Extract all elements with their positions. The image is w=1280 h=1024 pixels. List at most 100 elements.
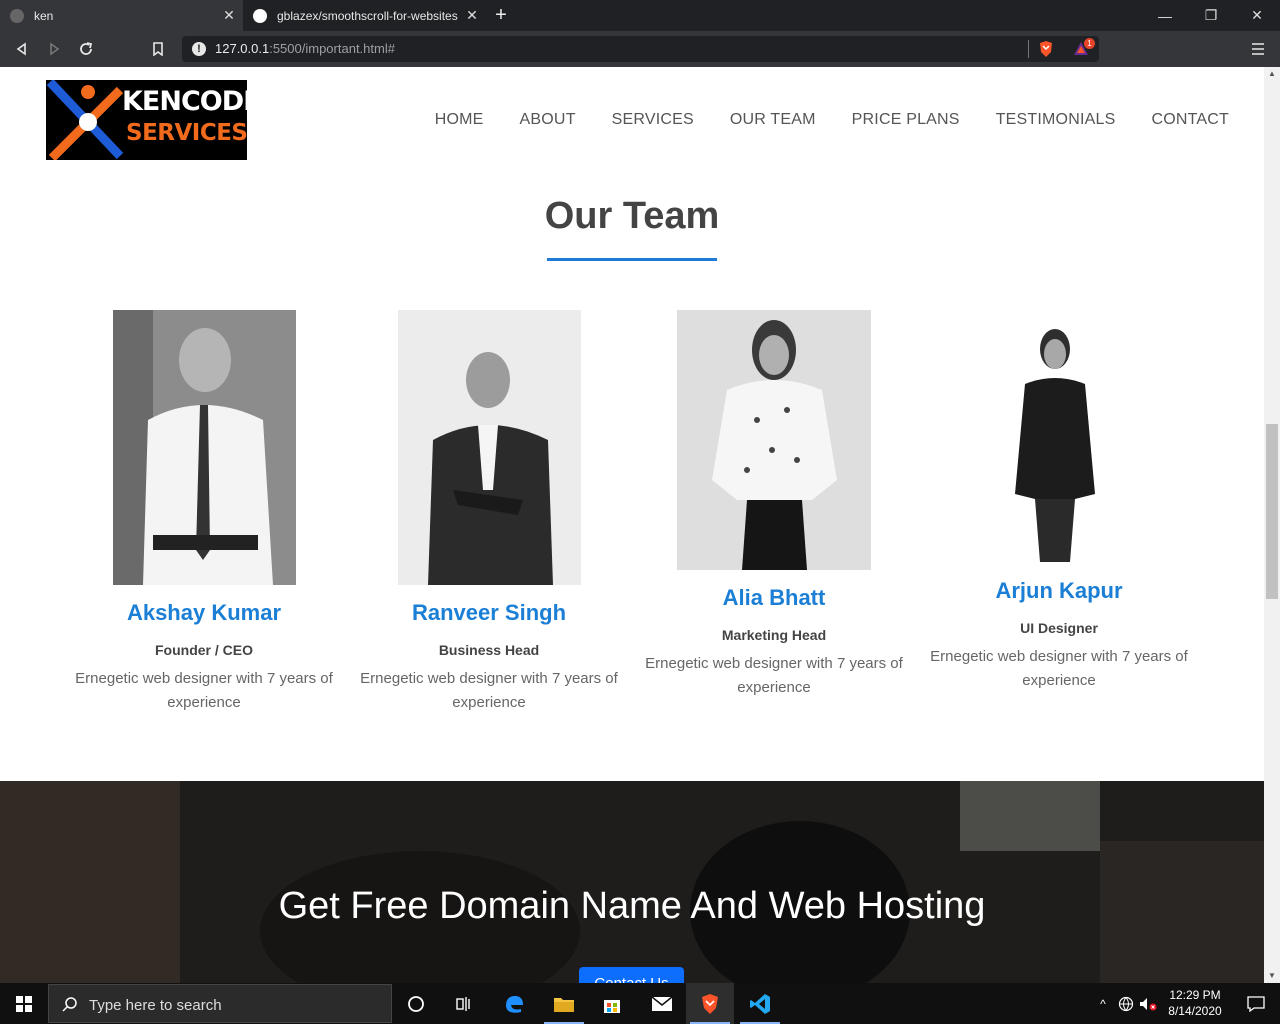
logo-mark-icon bbox=[46, 80, 124, 160]
banner-overlay bbox=[0, 781, 1264, 983]
taskbar-search[interactable]: Type here to search bbox=[48, 984, 392, 1023]
nav-home[interactable]: HOME bbox=[435, 111, 484, 129]
nav-testimonials[interactable]: TESTIMONIALS bbox=[996, 111, 1116, 129]
system-tray: ^ bbox=[1094, 983, 1157, 1024]
member-name: Alia Bhatt bbox=[722, 585, 826, 610]
mail-icon bbox=[651, 995, 673, 1011]
notification-icon bbox=[1247, 995, 1265, 1012]
member-description: Ernegetic web designer with 7 years of e… bbox=[360, 670, 618, 711]
globe-icon bbox=[10, 8, 24, 23]
clock[interactable]: 12:29 PM 8/14/2020 bbox=[1158, 987, 1232, 1019]
search-icon bbox=[62, 997, 77, 1012]
member-description: Ernegetic web designer with 7 years of e… bbox=[930, 648, 1188, 689]
member-role: Founder / CEO bbox=[155, 642, 253, 658]
browser-tab-bar: ken ✕ gblazex/smoothscroll-for-websites … bbox=[0, 0, 1280, 31]
nav-our-team[interactable]: OUR TEAM bbox=[730, 111, 816, 129]
member-photo bbox=[398, 310, 581, 585]
member-role: Marketing Head bbox=[721, 627, 827, 643]
url-text: 127.0.0.1:5500/important.html# bbox=[215, 41, 395, 56]
title-underline bbox=[547, 258, 717, 261]
network-globe-icon[interactable] bbox=[1118, 996, 1134, 1012]
task-view-button[interactable] bbox=[440, 983, 488, 1024]
action-center-button[interactable] bbox=[1232, 983, 1280, 1024]
edge-button[interactable] bbox=[490, 983, 538, 1024]
nav-services[interactable]: SERVICES bbox=[612, 111, 694, 129]
scroll-down-arrow-icon[interactable]: ▼ bbox=[1264, 969, 1280, 983]
member-name: Arjun Kapur bbox=[995, 578, 1123, 603]
member-description: Ernegetic web designer with 7 years of e… bbox=[645, 655, 903, 696]
tab-github[interactable]: gblazex/smoothscroll-for-websites ✕ bbox=[243, 0, 486, 31]
page-viewport: KENCODE SERVICES HOME ABOUT SERVICES OUR… bbox=[0, 67, 1264, 983]
vscode-icon bbox=[750, 993, 770, 1014]
page-scrollbar[interactable]: ▲ ▼ bbox=[1264, 67, 1280, 983]
site-logo[interactable]: KENCODE SERVICES bbox=[46, 80, 247, 160]
restore-button[interactable]: ❐ bbox=[1188, 0, 1234, 31]
hosting-banner: Get Free Domain Name And Web Hosting Con… bbox=[0, 781, 1264, 983]
tab-title: gblazex/smoothscroll-for-websites bbox=[277, 8, 458, 23]
divider bbox=[1028, 40, 1029, 58]
member-photo bbox=[113, 310, 296, 585]
task-view-icon bbox=[456, 996, 470, 1011]
brave-shields-icon[interactable] bbox=[1038, 40, 1054, 63]
main-nav: HOME ABOUT SERVICES OUR TEAM PRICE PLANS… bbox=[435, 111, 1229, 129]
banner-title: Get Free Domain Name And Web Hosting bbox=[278, 885, 986, 927]
show-hidden-icons-icon[interactable]: ^ bbox=[1094, 997, 1112, 1011]
back-button[interactable] bbox=[10, 37, 34, 61]
scroll-up-arrow-icon[interactable]: ▲ bbox=[1264, 67, 1280, 81]
tab-ken[interactable]: ken ✕ bbox=[0, 0, 243, 31]
cortana-icon bbox=[408, 995, 424, 1012]
edge-icon bbox=[506, 995, 523, 1013]
member-name: Akshay Kumar bbox=[126, 600, 282, 625]
close-window-button[interactable]: ✕ bbox=[1234, 0, 1280, 31]
mail-button[interactable] bbox=[638, 983, 686, 1024]
cortana-button[interactable] bbox=[392, 983, 440, 1024]
reload-button[interactable] bbox=[74, 37, 98, 61]
reload-icon bbox=[80, 42, 93, 55]
site-info-icon[interactable]: ! bbox=[192, 42, 206, 56]
nav-contact[interactable]: CONTACT bbox=[1151, 111, 1229, 129]
url-host: 127.0.0.1 bbox=[215, 41, 270, 56]
bookmark-button[interactable] bbox=[146, 37, 170, 61]
hamburger-icon bbox=[1252, 43, 1264, 55]
store-icon bbox=[604, 999, 620, 1013]
close-tab-icon[interactable]: ✕ bbox=[464, 7, 480, 23]
volume-muted-icon[interactable] bbox=[1139, 996, 1157, 1012]
browser-toolbar: ! 127.0.0.1:5500/important.html# 1 bbox=[0, 31, 1280, 67]
menu-button[interactable] bbox=[1246, 37, 1270, 61]
member-name: Ranveer Singh bbox=[411, 600, 567, 625]
url-path: :5500/important.html# bbox=[269, 41, 395, 56]
contact-us-button[interactable]: Contact Us bbox=[579, 967, 684, 983]
brave-browser-button[interactable] bbox=[686, 983, 734, 1024]
address-bar[interactable]: ! 127.0.0.1:5500/important.html# 1 bbox=[182, 36, 1099, 62]
back-icon bbox=[16, 42, 26, 56]
start-button[interactable] bbox=[0, 983, 48, 1024]
member-photo bbox=[1000, 324, 1118, 564]
github-icon bbox=[253, 8, 267, 23]
new-tab-button[interactable]: + bbox=[490, 4, 512, 26]
store-button[interactable] bbox=[588, 983, 636, 1024]
minimize-button[interactable]: — bbox=[1142, 0, 1188, 31]
brave-icon bbox=[702, 993, 718, 1014]
nav-price-plans[interactable]: PRICE PLANS bbox=[852, 111, 960, 129]
file-explorer-button[interactable] bbox=[540, 983, 588, 1024]
member-role: UI Designer bbox=[1020, 620, 1098, 636]
logo-text-line2: SERVICES bbox=[126, 120, 247, 146]
close-tab-icon[interactable]: ✕ bbox=[221, 7, 237, 23]
windows-taskbar: Type here to search ^ 12:29 PM 8/14/2020 bbox=[0, 983, 1280, 1024]
search-placeholder: Type here to search bbox=[89, 997, 222, 1014]
bookmark-icon bbox=[153, 42, 163, 56]
forward-button[interactable] bbox=[42, 37, 66, 61]
scrollbar-thumb[interactable] bbox=[1266, 424, 1278, 599]
windows-logo-icon bbox=[16, 995, 32, 1012]
tab-title: ken bbox=[34, 8, 54, 23]
notification-badge: 1 bbox=[1084, 38, 1095, 49]
forward-icon bbox=[50, 42, 60, 56]
clock-date: 8/14/2020 bbox=[1168, 1004, 1222, 1018]
nav-about[interactable]: ABOUT bbox=[520, 111, 576, 129]
clock-time: 12:29 PM bbox=[1169, 988, 1221, 1002]
folder-icon bbox=[554, 997, 574, 1012]
section-title: Our Team bbox=[544, 195, 720, 237]
logo-text-line1: KENCODE bbox=[122, 86, 247, 117]
member-role: Business Head bbox=[438, 642, 540, 658]
vscode-button[interactable] bbox=[736, 983, 784, 1024]
